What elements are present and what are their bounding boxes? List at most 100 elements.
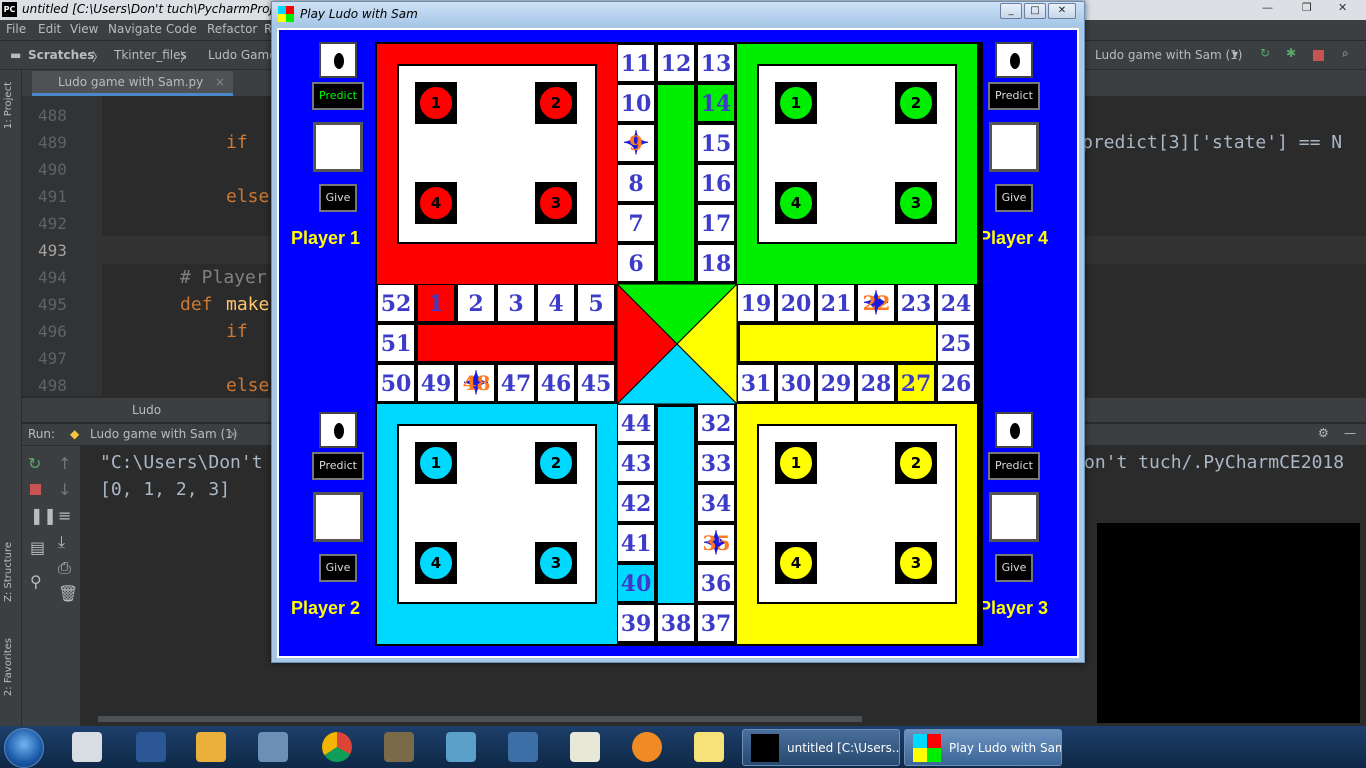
token-green-3[interactable]: 4 <box>775 182 817 224</box>
gear-icon[interactable]: ⚙ <box>1318 426 1329 440</box>
favorites-tool-button[interactable]: 2: Favorites <box>3 638 14 696</box>
close-tab-icon[interactable]: × <box>215 75 225 89</box>
run-config-select[interactable]: Ludo game with Sam (1) <box>1095 48 1242 62</box>
python-icon[interactable] <box>508 732 538 762</box>
predict-button-player1[interactable]: Predict <box>312 82 364 110</box>
predict-button-player2[interactable]: Predict <box>312 452 364 480</box>
menu-code[interactable]: Code <box>166 22 197 36</box>
stop-icon[interactable] <box>30 484 41 495</box>
code-crumb-label[interactable]: Ludo <box>132 403 161 417</box>
board-cell-8[interactable]: 8 <box>617 164 655 202</box>
predict-button-player4[interactable]: Predict <box>988 82 1040 110</box>
restore-icon[interactable]: ❐ <box>1302 1 1312 14</box>
board-cell-13[interactable]: 13 <box>697 44 735 82</box>
board-cell-7[interactable]: 7 <box>617 204 655 242</box>
board-cell-30[interactable]: 30 <box>777 364 815 402</box>
structure-tool-button[interactable]: Z: Structure <box>3 542 14 602</box>
predict-button-player3[interactable]: Predict <box>988 452 1040 480</box>
board-cell-21[interactable]: 21 <box>817 284 855 322</box>
board-cell-18[interactable]: 18 <box>697 244 735 282</box>
paint-icon[interactable] <box>196 732 226 762</box>
board-cell-6[interactable]: 6 <box>617 244 655 282</box>
board-cell-40[interactable]: 40 <box>617 564 655 602</box>
board-cell-1[interactable]: 1 <box>417 284 455 322</box>
stop-icon[interactable] <box>1313 50 1324 61</box>
board-cell-33[interactable]: 33 <box>697 444 735 482</box>
token-yellow-3[interactable]: 4 <box>775 542 817 584</box>
board-cell-34[interactable]: 34 <box>697 484 735 522</box>
breadcrumb-ludo-game[interactable]: Ludo Game <box>208 48 277 62</box>
board-cell-45[interactable]: 45 <box>577 364 615 402</box>
board-cell-42[interactable]: 42 <box>617 484 655 522</box>
token-cyan-1[interactable]: 1 <box>415 442 457 484</box>
breadcrumb-scratches[interactable]: Scratches <box>28 48 94 62</box>
token-cyan-2[interactable]: 2 <box>535 442 577 484</box>
media-icon[interactable] <box>384 732 414 762</box>
board-cell-15[interactable]: 15 <box>697 124 735 162</box>
menu-file[interactable]: File <box>6 22 26 36</box>
board-cell-25[interactable]: 25 <box>937 324 975 362</box>
board-cell-23[interactable]: 23 <box>897 284 935 322</box>
token-yellow-2[interactable]: 2 <box>895 442 937 484</box>
pause-icon[interactable]: ❚❚ <box>30 506 57 525</box>
arrow-up-icon[interactable]: ↑ <box>58 454 71 473</box>
board-cell-51[interactable]: 51 <box>377 324 415 362</box>
document-icon[interactable] <box>570 732 600 762</box>
minimize-icon[interactable]: — <box>1262 1 1273 14</box>
board-cell-9[interactable]: ✦ 9 <box>617 124 655 162</box>
menu-refactor[interactable]: Refactor <box>207 22 257 36</box>
pin-icon[interactable]: ⚲ <box>30 572 42 591</box>
vpn-icon[interactable] <box>632 732 662 762</box>
give-button-player2[interactable]: Give <box>319 554 357 582</box>
layout-icon[interactable]: ▤ <box>30 538 45 557</box>
run-tab[interactable]: Ludo game with Sam (1) <box>90 427 237 441</box>
token-red-2[interactable]: 2 <box>535 82 577 124</box>
close-tab-icon[interactable]: × <box>228 427 238 441</box>
chrome-icon[interactable] <box>322 732 352 762</box>
soft-wrap-icon[interactable]: ≡ <box>58 506 71 525</box>
board-cell-5[interactable]: 5 <box>577 284 615 322</box>
board-cell-37[interactable]: 37 <box>697 604 735 642</box>
close-icon[interactable]: ✕ <box>1048 3 1076 19</box>
give-button-player3[interactable]: Give <box>995 554 1033 582</box>
minimize-icon[interactable]: _ <box>1000 3 1022 19</box>
token-green-1[interactable]: 1 <box>775 82 817 124</box>
tab-ludo-file[interactable]: Ludo game with Sam.py × <box>32 71 234 96</box>
app-icon[interactable] <box>446 732 476 762</box>
start-button[interactable] <box>4 728 44 768</box>
board-cell-43[interactable]: 43 <box>617 444 655 482</box>
horizontal-scrollbar[interactable] <box>98 716 862 722</box>
close-icon[interactable]: ✕ <box>1338 1 1347 14</box>
board-cell-41[interactable]: 41 <box>617 524 655 562</box>
search-icon[interactable]: ⌕ <box>1342 46 1349 61</box>
arrow-down-icon[interactable]: ↓ <box>58 480 71 499</box>
menu-edit[interactable]: Edit <box>38 22 61 36</box>
print-icon[interactable]: ⎙ <box>58 558 71 578</box>
sticky-notes-icon[interactable] <box>694 732 724 762</box>
board-cell-27[interactable]: 27 <box>897 364 935 402</box>
word-icon[interactable] <box>136 732 166 762</box>
board-cell-19[interactable]: 19 <box>737 284 775 322</box>
board-cell-29[interactable]: 29 <box>817 364 855 402</box>
give-button-player4[interactable]: Give <box>995 184 1033 212</box>
token-green-4[interactable]: 3 <box>895 182 937 224</box>
board-cell-47[interactable]: 47 <box>497 364 535 402</box>
board-cell-16[interactable]: 16 <box>697 164 735 202</box>
board-cell-48[interactable]: ✦ 48 <box>457 364 495 402</box>
board-cell-24[interactable]: 24 <box>937 284 975 322</box>
taskbar-pycharm[interactable]: untitled [C:\Users... <box>742 729 900 766</box>
board-cell-35[interactable]: ✦ 35 <box>697 524 735 562</box>
menu-navigate[interactable]: Navigate <box>108 22 162 36</box>
board-cell-28[interactable]: 28 <box>857 364 895 402</box>
token-green-2[interactable]: 2 <box>895 82 937 124</box>
board-cell-14[interactable]: 14 <box>697 84 735 122</box>
maximize-icon[interactable]: □ <box>1024 3 1046 19</box>
board-cell-32[interactable]: 32 <box>697 404 735 442</box>
trash-icon[interactable]: 🗑 <box>58 584 78 603</box>
board-cell-3[interactable]: 3 <box>497 284 535 322</box>
board-cell-17[interactable]: 17 <box>697 204 735 242</box>
breadcrumb-tkinter[interactable]: Tkinter_files <box>114 48 187 62</box>
token-red-4[interactable]: 3 <box>535 182 577 224</box>
token-yellow-1[interactable]: 1 <box>775 442 817 484</box>
board-cell-22[interactable]: ✦ 22 <box>857 284 895 322</box>
